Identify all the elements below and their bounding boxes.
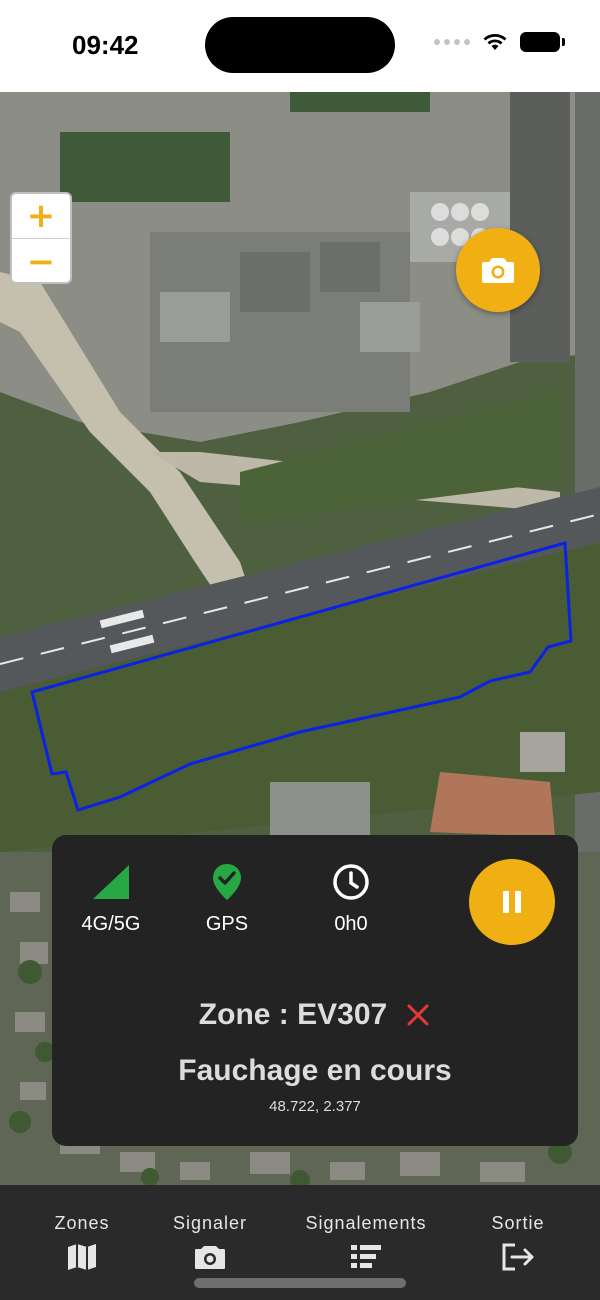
- camera-icon: [482, 258, 514, 283]
- zoom-in-button[interactable]: +: [12, 194, 70, 239]
- time-stat: 0h0: [296, 861, 406, 936]
- network-label: 4G/5G: [81, 913, 141, 935]
- wifi-icon: [483, 34, 507, 50]
- battery-icon: [520, 32, 565, 52]
- dynamic-island: [205, 17, 395, 73]
- clock-icon: [333, 864, 369, 900]
- zone-title: Zone : EV307: [198, 998, 388, 1031]
- nav-label-signaler: Signaler: [172, 1213, 248, 1233]
- nav-item-signalements[interactable]: Signalements: [298, 1213, 434, 1274]
- pause-icon: [503, 891, 521, 913]
- status-time: 09:42: [72, 30, 139, 60]
- gps-stat: GPS: [172, 861, 282, 936]
- network-stat: 4G/5G: [56, 861, 166, 936]
- gps-label: GPS: [205, 913, 249, 935]
- pause-button[interactable]: [469, 859, 555, 945]
- camera-icon: [195, 1246, 225, 1269]
- nav-item-zones[interactable]: Zones: [52, 1213, 112, 1274]
- home-indicator[interactable]: [194, 1278, 406, 1288]
- map-icon: [68, 1244, 96, 1270]
- status-icons: [434, 32, 565, 52]
- zone-line: Zone : EV307: [52, 998, 578, 1032]
- zoom-control: + −: [10, 192, 72, 284]
- elapsed-time-label: 0h0: [334, 913, 368, 935]
- cellular-dots-icon: [434, 39, 470, 45]
- nav-label-signalements: Signalements: [305, 1213, 427, 1233]
- nav-label-sortie: Sortie: [491, 1213, 545, 1233]
- map-camera-button[interactable]: [456, 228, 540, 312]
- mowing-status-panel: 4G/5G GPS 0h0 Zone : EV307 Fauchage en c…: [52, 835, 578, 1146]
- mowing-status-text: Fauchage en cours: [178, 1054, 452, 1087]
- gps-coordinates: 48.722, 2.377: [269, 1098, 361, 1115]
- nav-item-signaler[interactable]: Signaler: [168, 1213, 252, 1274]
- nav-label-zones: Zones: [54, 1213, 110, 1233]
- gps-check-pin-icon: [213, 864, 241, 900]
- signal-strength-icon: [93, 865, 129, 899]
- close-icon: [407, 1004, 429, 1026]
- close-zone-button[interactable]: [405, 1002, 431, 1028]
- list-icon: [351, 1245, 381, 1268]
- nav-item-sortie[interactable]: Sortie: [484, 1213, 552, 1274]
- status-bar: 09:42: [0, 0, 600, 92]
- zoom-out-button[interactable]: −: [12, 239, 70, 282]
- logout-icon: [502, 1243, 534, 1271]
